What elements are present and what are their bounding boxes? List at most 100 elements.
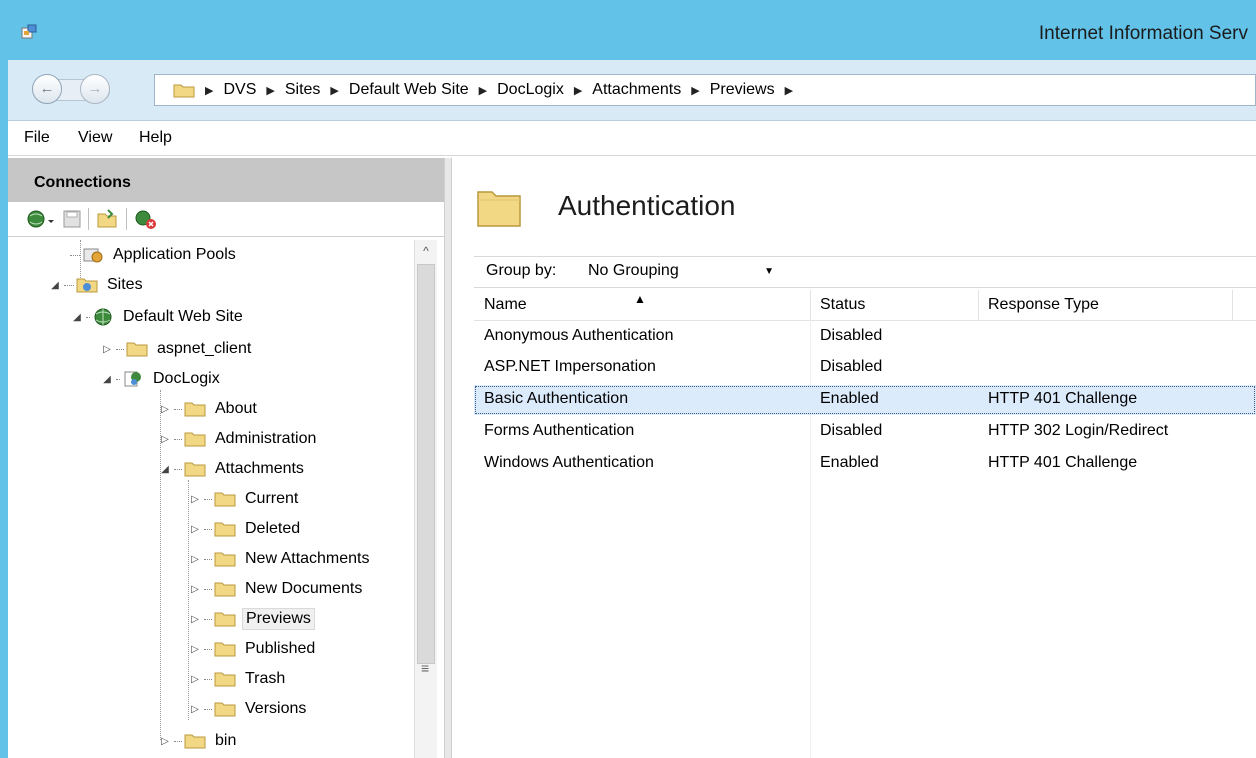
forward-arrow-icon: → [87, 80, 103, 97]
group-by-dropdown[interactable]: No Grouping ▼ [588, 262, 774, 280]
navigation-bar: ← → ▶ DVS ▶ Sites ▶ Default Web Site ▶ D… [8, 60, 1256, 121]
tree-item-new-documents[interactable]: ▷ New Documents [188, 576, 365, 602]
tree-connector [174, 408, 182, 410]
tree-item-about[interactable]: ▷ About [158, 396, 260, 422]
column-separator[interactable] [810, 290, 811, 320]
delete-connection-icon[interactable] [134, 208, 158, 230]
tree-item-default-web-site[interactable]: ◢ Default Web Site [70, 304, 246, 330]
group-by-bar: Group by: No Grouping ▼ [474, 256, 1256, 288]
connections-toolbar [8, 202, 444, 237]
toolbar-separator [126, 208, 127, 230]
table-row[interactable]: Windows Authentication Enabled HTTP 401 … [474, 449, 1256, 479]
tree-item-bin[interactable]: ▷ bin [158, 728, 239, 754]
folder-icon [214, 672, 236, 687]
expand-icon[interactable]: ▷ [158, 736, 172, 747]
tree-item-versions[interactable]: ▷ Versions [188, 696, 309, 722]
column-header-name[interactable]: Name ▲ [484, 292, 646, 314]
scroll-up-icon[interactable]: ^ [415, 240, 437, 262]
window-title: Internet Information Serv [1038, 23, 1248, 44]
tree-item-label: Administration [215, 430, 317, 447]
tree-item-application-pools[interactable]: Application Pools [68, 242, 239, 268]
tree-connector [204, 648, 212, 650]
connections-header: Connections [8, 158, 444, 202]
expand-icon[interactable]: ▷ [188, 554, 202, 565]
column-separator[interactable] [1232, 290, 1233, 320]
save-icon[interactable] [62, 208, 82, 230]
add-connection-icon[interactable] [96, 208, 118, 230]
breadcrumb-default-web-site[interactable]: Default Web Site [349, 81, 469, 99]
connect-globe-icon[interactable] [26, 208, 56, 230]
row-name: Forms Authentication [484, 422, 635, 439]
expand-icon[interactable]: ▷ [158, 434, 172, 445]
scroll-grip-icon: ≡ [421, 660, 430, 676]
address-bar[interactable]: ▶ DVS ▶ Sites ▶ Default Web Site ▶ DocLo… [154, 74, 1256, 106]
folder-icon [173, 84, 195, 98]
tree-item-label: About [215, 400, 257, 417]
breadcrumb-previews[interactable]: Previews [710, 81, 775, 99]
column-header-response-type[interactable]: Response Type [988, 296, 1099, 314]
tree-item-published[interactable]: ▷ Published [188, 636, 318, 662]
application-icon [124, 371, 141, 387]
expand-icon[interactable]: ▷ [188, 494, 202, 505]
collapse-icon[interactable]: ◢ [48, 280, 62, 291]
tree-item-doclogix[interactable]: ◢ DocLogix [100, 366, 223, 392]
collapse-icon[interactable]: ◢ [70, 312, 84, 323]
sites-icon [76, 278, 98, 293]
tree-item-current[interactable]: ▷ Current [188, 486, 301, 512]
breadcrumb-dvs[interactable]: DVS [223, 81, 256, 99]
tree-scrollbar[interactable]: ^ ≡ [414, 240, 437, 758]
table-row[interactable]: Anonymous Authentication Disabled [474, 322, 1256, 352]
column-header-status[interactable]: Status [820, 296, 865, 314]
title-bar: Internet Information Serv [0, 0, 1256, 60]
table-row[interactable]: Forms Authentication Disabled HTTP 302 L… [474, 417, 1256, 447]
tree-item-new-attachments[interactable]: ▷ New Attachments [188, 546, 373, 572]
tree-item-label: Application Pools [113, 246, 236, 263]
back-arrow-icon: ← [39, 80, 55, 97]
table-row[interactable]: ASP.NET Impersonation Disabled [474, 353, 1256, 383]
menu-help[interactable]: Help [139, 129, 172, 147]
tree-item-trash[interactable]: ▷ Trash [188, 666, 288, 692]
breadcrumb-separator-icon: ▶ [691, 84, 700, 97]
pane-splitter[interactable] [444, 158, 452, 758]
expand-icon[interactable]: ▷ [188, 524, 202, 535]
tree-item-label: Previews [242, 608, 315, 630]
collapse-icon[interactable]: ◢ [100, 374, 114, 385]
forward-button[interactable]: → [80, 74, 110, 104]
page-title: Authentication [558, 190, 736, 221]
expand-icon[interactable]: ▷ [188, 614, 202, 625]
expand-icon[interactable]: ▷ [188, 644, 202, 655]
app-pool-icon [83, 248, 103, 263]
expand-icon[interactable]: ▷ [188, 704, 202, 715]
expand-icon[interactable]: ▷ [100, 344, 114, 355]
back-button[interactable]: ← [32, 74, 62, 104]
folder-icon [214, 492, 236, 507]
row-name: Basic Authentication [484, 390, 629, 407]
tree-item-aspnet-client[interactable]: ▷ aspnet_client [100, 336, 254, 362]
folder-icon [214, 582, 236, 597]
expand-icon[interactable]: ▷ [188, 584, 202, 595]
tree-item-previews[interactable]: ▷ Previews [188, 606, 315, 632]
table-row[interactable]: Basic Authentication Enabled HTTP 401 Ch… [474, 385, 1256, 415]
column-separator[interactable] [978, 290, 979, 320]
tree-item-sites[interactable]: ◢ Sites [48, 272, 146, 298]
tree-item-attachments[interactable]: ◢ Attachments [158, 456, 307, 482]
breadcrumb-separator-icon[interactable]: ▶ [785, 84, 793, 97]
tree-item-label: Deleted [245, 520, 301, 537]
expand-icon[interactable]: ▷ [188, 674, 202, 685]
breadcrumb-attachments[interactable]: Attachments [592, 81, 681, 99]
expand-icon[interactable]: ▷ [158, 404, 172, 415]
folder-icon [214, 702, 236, 717]
scroll-thumb[interactable] [417, 264, 435, 664]
tree-item-label: New Documents [245, 580, 363, 597]
row-status: Disabled [820, 422, 883, 439]
menu-file[interactable]: File [24, 129, 50, 147]
menu-view[interactable]: View [78, 129, 112, 147]
collapse-icon[interactable]: ◢ [158, 464, 172, 475]
breadcrumb-sites[interactable]: Sites [285, 81, 321, 99]
tree-item-label: Published [245, 640, 316, 657]
tree-item-deleted[interactable]: ▷ Deleted [188, 516, 303, 542]
window-frame-left [0, 0, 8, 758]
breadcrumb-doclogix[interactable]: DocLogix [497, 81, 564, 99]
tree-item-administration[interactable]: ▷ Administration [158, 426, 319, 452]
tree-connector [204, 528, 212, 530]
